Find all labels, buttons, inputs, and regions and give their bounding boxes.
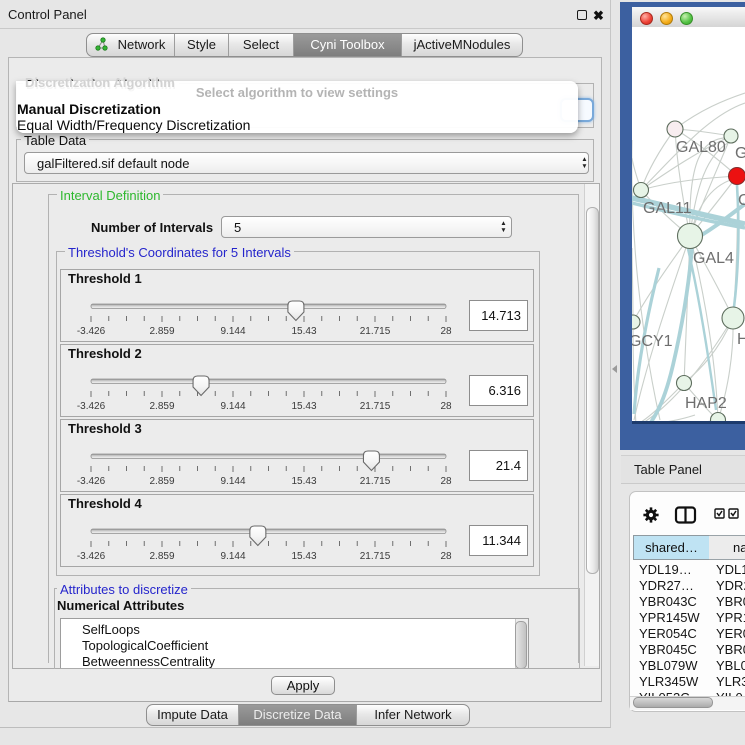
svg-text:C: C xyxy=(738,192,745,209)
svg-text:HAP2: HAP2 xyxy=(685,395,727,412)
svg-text:H: H xyxy=(737,331,745,348)
svg-text:GA: GA xyxy=(735,145,745,162)
svg-text:GAL80: GAL80 xyxy=(676,139,726,156)
svg-text:GAL11: GAL11 xyxy=(643,200,692,217)
svg-text:GCY1: GCY1 xyxy=(632,333,673,350)
svg-text:GAL4: GAL4 xyxy=(693,250,734,267)
